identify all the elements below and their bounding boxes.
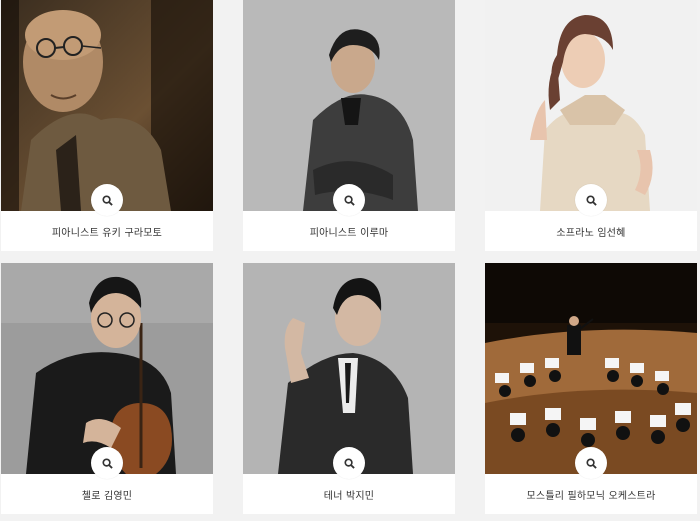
artist-name[interactable]: 피아니스트 유키 구라모토 [1,211,213,251]
search-icon [343,457,355,469]
artist-card-1[interactable]: 피아니스트 유키 구라모토 [1,0,213,251]
artist-card-5[interactable]: 테너 박지민 [243,263,455,514]
artist-photo[interactable] [243,263,455,474]
artist-photo[interactable] [1,263,213,474]
artist-name[interactable]: 모스틀리 필하모닉 오케스트라 [485,474,697,514]
artist-name[interactable]: 테너 박지민 [243,474,455,514]
artist-photo[interactable] [243,0,455,211]
search-icon [585,457,597,469]
search-icon [101,194,113,206]
artist-photo-image [485,0,697,211]
search-icon [343,194,355,206]
artist-photo[interactable] [485,0,697,211]
artist-photo-image [1,263,213,474]
artist-photo[interactable] [485,263,697,474]
search-icon [101,457,113,469]
artist-card-2[interactable]: 피아니스트 이루마 [243,0,455,251]
search-icon [585,194,597,206]
artist-grid: 피아니스트 유키 구라모토 피아니스트 이루마 소프라노 임선혜 첼로 김영민 … [0,0,700,521]
artist-photo-image [243,0,455,211]
artist-photo-image [1,0,213,211]
artist-name[interactable]: 소프라노 임선혜 [485,211,697,251]
artist-name[interactable]: 첼로 김영민 [1,474,213,514]
artist-card-3[interactable]: 소프라노 임선혜 [485,0,697,251]
artist-card-6[interactable]: 모스틀리 필하모닉 오케스트라 [485,263,697,514]
artist-card-4[interactable]: 첼로 김영민 [1,263,213,514]
artist-photo[interactable] [1,0,213,211]
artist-photo-image [485,263,697,474]
artist-photo-image [243,263,455,474]
artist-name[interactable]: 피아니스트 이루마 [243,211,455,251]
